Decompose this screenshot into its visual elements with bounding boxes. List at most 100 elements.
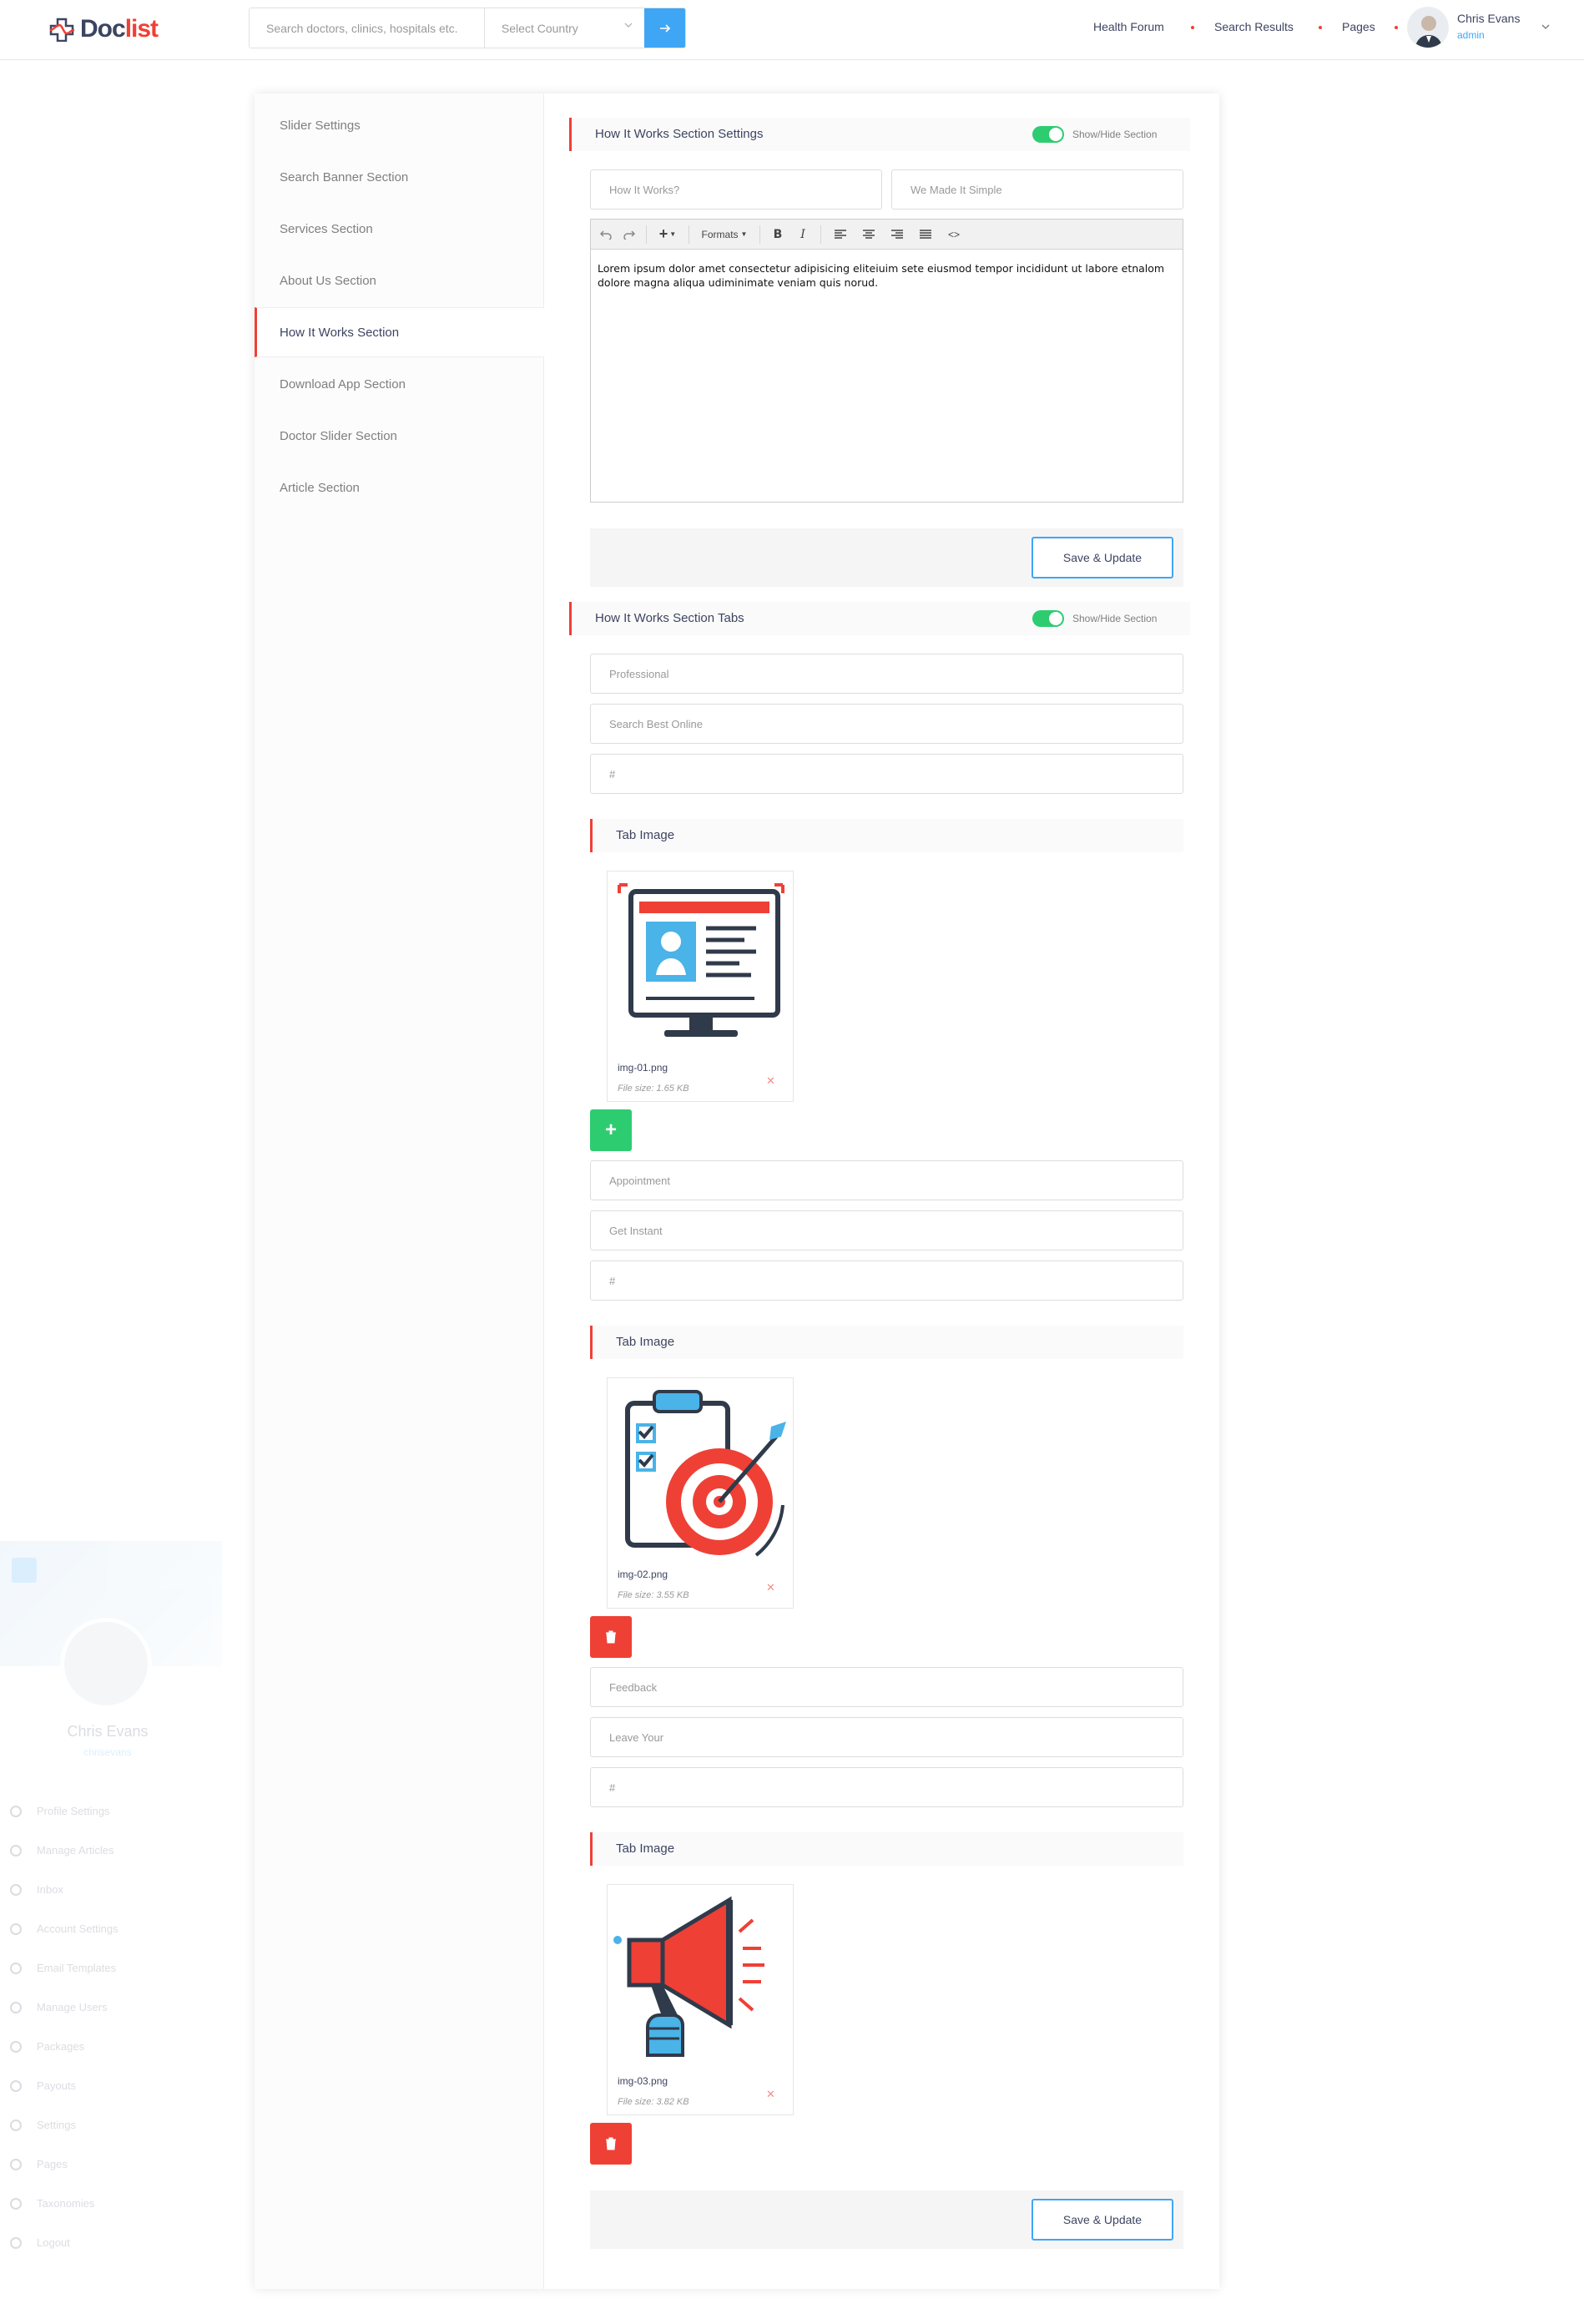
source-code-icon[interactable]: <> (941, 224, 966, 245)
menu-icon (10, 2236, 22, 2249)
user-avatar[interactable] (1407, 7, 1449, 48)
sidebar-item[interactable]: Settings (10, 2105, 202, 2145)
remove-image-icon[interactable]: ✕ (766, 2088, 775, 2101)
save-bar: Save & Update (590, 528, 1183, 587)
back-arrow-icon[interactable] (12, 1558, 37, 1583)
search-button[interactable] (644, 8, 685, 48)
search-input[interactable] (250, 8, 485, 48)
tab-download-app[interactable]: Download App Section (255, 359, 544, 409)
subtitle-field[interactable]: We Made It Simple (891, 169, 1183, 210)
sidebar-item-label: Inbox (37, 1883, 63, 1896)
sidebar-item[interactable]: Profile Settings (10, 1791, 202, 1831)
sidebar-item-label: Account Settings (37, 1922, 119, 1935)
arrow-right-icon (659, 23, 670, 33)
align-center-icon[interactable] (856, 224, 881, 245)
top-header: Doclist Select Country Health Forum Sear… (0, 0, 1584, 60)
sidebar-item[interactable]: Email Templates (10, 1948, 202, 1988)
tab-slider-settings[interactable]: Slider Settings (255, 100, 544, 150)
tab-how-it-works[interactable]: How It Works Section (255, 307, 544, 357)
tab-image-title: Tab Image (616, 1842, 675, 1856)
insert-plus-icon[interactable]: + ▼ (653, 224, 682, 245)
tab-image-header: Tab Image (590, 819, 1183, 852)
megaphone-illustration (613, 1896, 764, 2057)
delete-tab-button[interactable] (590, 1616, 632, 1658)
toolbar-divider (820, 225, 821, 244)
menu-icon (10, 2119, 22, 2131)
toolbar-divider (759, 225, 760, 244)
title-field[interactable]: How It Works? (590, 169, 882, 210)
tab-image-title: Tab Image (616, 828, 675, 842)
image-file-name: img-02.png (618, 1569, 668, 1580)
sidebar-item[interactable]: Manage Users (10, 1988, 202, 2027)
sidebar-item[interactable]: Pages (10, 2145, 202, 2184)
toggle-label: Show/Hide Section (1072, 129, 1158, 140)
menu-icon (10, 1922, 22, 1935)
tab-search-banner[interactable]: Search Banner Section (255, 152, 544, 202)
settings-card: Slider Settings Search Banner Section Se… (255, 93, 1219, 2289)
tab-subtitle-field[interactable]: Leave Your (590, 1717, 1183, 1757)
tab-subtitle-field[interactable]: Search Best Online (590, 704, 1183, 744)
nav-separator (1319, 26, 1322, 29)
sidebar-user-name: Chris Evans (67, 1723, 149, 1740)
section-title: How It Works Section Settings (595, 127, 764, 141)
tab-services[interactable]: Services Section (255, 204, 544, 254)
tab-title-field[interactable]: Professional (590, 654, 1183, 694)
nav-pages[interactable]: Pages (1342, 20, 1375, 33)
logo-text-doc: Doc (80, 15, 126, 43)
nav-health-forum[interactable]: Health Forum (1093, 20, 1164, 33)
tab-link-field[interactable]: # (590, 754, 1183, 794)
sidebar-item-label: Logout (37, 2236, 70, 2249)
user-name[interactable]: Chris Evans (1457, 12, 1520, 25)
chevron-down-icon[interactable] (1541, 22, 1551, 32)
save-update-button[interactable]: Save & Update (1032, 2199, 1173, 2241)
tab-link-field[interactable]: # (590, 1261, 1183, 1301)
nav-search-results[interactable]: Search Results (1214, 20, 1294, 33)
tab-image-title: Tab Image (616, 1335, 675, 1349)
menu-icon (10, 1844, 22, 1857)
delete-tab-button[interactable] (590, 2123, 632, 2165)
show-hide-toggle[interactable] (1032, 126, 1064, 143)
tab-article[interactable]: Article Section (255, 462, 544, 513)
sidebar-item[interactable]: Inbox (10, 1870, 202, 1909)
sidebar-item[interactable]: Logout (10, 2223, 202, 2262)
formats-dropdown[interactable]: Formats ▼ (696, 224, 753, 245)
remove-image-icon[interactable]: ✕ (766, 1581, 775, 1594)
editor-content[interactable]: Lorem ipsum dolor amet consectetur adipi… (598, 261, 1173, 290)
save-update-button[interactable]: Save & Update (1032, 537, 1173, 578)
bold-icon[interactable]: B (767, 224, 789, 245)
settings-section-header: How It Works Section Settings Show/Hide … (569, 118, 1190, 151)
chevron-down-icon (624, 23, 633, 28)
logo[interactable]: Doclist (48, 14, 159, 44)
user-role: admin (1457, 29, 1485, 41)
align-left-icon[interactable] (828, 224, 853, 245)
add-tab-button[interactable]: + (590, 1109, 632, 1151)
align-justify-icon[interactable] (913, 224, 938, 245)
italic-icon[interactable]: I (792, 224, 814, 245)
sidebar-item[interactable]: Payouts (10, 2066, 202, 2105)
sidebar-item[interactable]: Manage Articles (10, 1831, 202, 1870)
tab-doctor-slider[interactable]: Doctor Slider Section (255, 411, 544, 461)
tab-title-field[interactable]: Appointment (590, 1160, 1183, 1200)
sidebar-item[interactable]: Packages (10, 2027, 202, 2066)
align-right-icon[interactable] (885, 224, 910, 245)
country-select[interactable]: Select Country (484, 8, 645, 48)
image-file-name: img-01.png (618, 1062, 668, 1074)
redo-icon[interactable] (619, 224, 639, 245)
tab-title-field[interactable]: Feedback (590, 1667, 1183, 1707)
tab-subtitle-field[interactable]: Get Instant (590, 1210, 1183, 1250)
sidebar-item-label: Profile Settings (37, 1805, 110, 1817)
logo-text-list: list (124, 15, 159, 43)
uploaded-image-card: img-01.png File size: 1.65 KB ✕ (607, 871, 794, 1102)
sidebar-item-label: Settings (37, 2119, 76, 2131)
remove-image-icon[interactable]: ✕ (766, 1074, 775, 1088)
tab-link-field[interactable]: # (590, 1767, 1183, 1807)
tab-about-us[interactable]: About Us Section (255, 255, 544, 306)
sidebar-item[interactable]: Taxonomies (10, 2184, 202, 2223)
undo-icon[interactable] (596, 224, 616, 245)
show-hide-toggle[interactable] (1032, 610, 1064, 627)
toggle-label: Show/Hide Section (1072, 613, 1158, 624)
image-file-size: File size: 3.82 KB (618, 2097, 689, 2107)
sidebar-item[interactable]: Account Settings (10, 1909, 202, 1948)
sidebar-item-label: Payouts (37, 2079, 76, 2092)
rich-text-editor[interactable]: + ▼ Formats ▼ B I <> Lorem ipsum dolor ame… (590, 219, 1183, 503)
